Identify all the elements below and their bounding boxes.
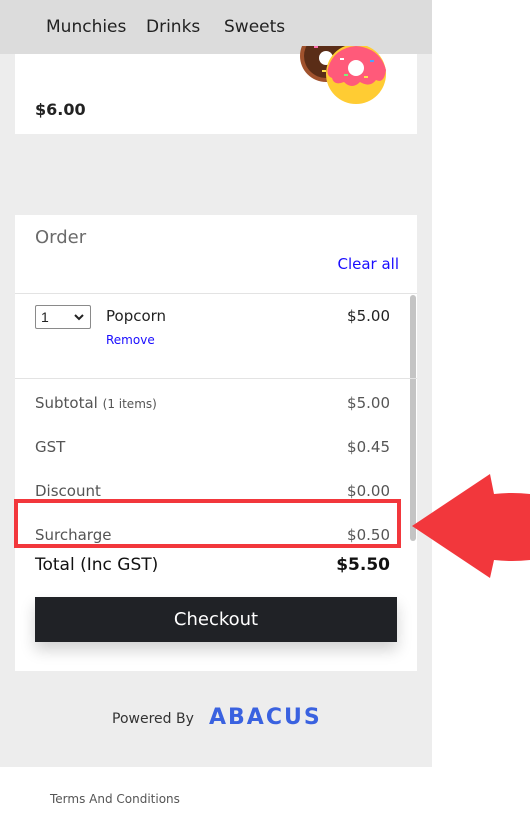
discount-label: Discount [35, 482, 101, 500]
chevron-down-icon [74, 314, 84, 321]
tab-sweets[interactable]: Sweets [224, 17, 285, 37]
annotation-arrow-icon [412, 474, 530, 578]
gst-value: $0.45 [347, 438, 390, 456]
remove-item-link[interactable]: Remove [106, 333, 155, 347]
product-price: $6.00 [35, 100, 86, 119]
total-value: $5.50 [336, 555, 390, 575]
subtotal-value: $5.00 [347, 394, 390, 412]
order-title: Order [35, 227, 87, 248]
tab-munchies[interactable]: Munchies [46, 17, 126, 37]
item-price: $5.00 [347, 307, 390, 325]
tab-drinks[interactable]: Drinks [146, 17, 200, 37]
total-label: Total (Inc GST) [35, 555, 159, 575]
order-panel: Order Clear all 1 Popcorn Remove $5.00 S… [15, 215, 417, 671]
clear-all-button[interactable]: Clear all [337, 255, 399, 273]
discount-value: $0.00 [347, 482, 390, 500]
annotation-highlight-box [14, 499, 401, 548]
product-card[interactable]: $6.00 [15, 46, 417, 134]
subtotal-label: Subtotal [35, 394, 98, 412]
powered-by-label: Powered By [112, 711, 194, 727]
donut-icon [300, 46, 386, 104]
abacus-logo: ABACUS [209, 705, 322, 730]
divider [15, 378, 417, 379]
quantity-value: 1 [41, 309, 49, 325]
checkout-button[interactable]: Checkout [35, 597, 397, 642]
terms-link[interactable]: Terms And Conditions [50, 792, 180, 806]
subtotal-count: (1 items) [102, 397, 157, 411]
divider [15, 293, 417, 294]
quantity-select[interactable]: 1 [35, 305, 91, 329]
item-name: Popcorn [106, 307, 167, 325]
gst-label: GST [35, 438, 66, 456]
app-column: Munchies Drinks Sweets $6.00 Order Clear… [0, 0, 432, 767]
